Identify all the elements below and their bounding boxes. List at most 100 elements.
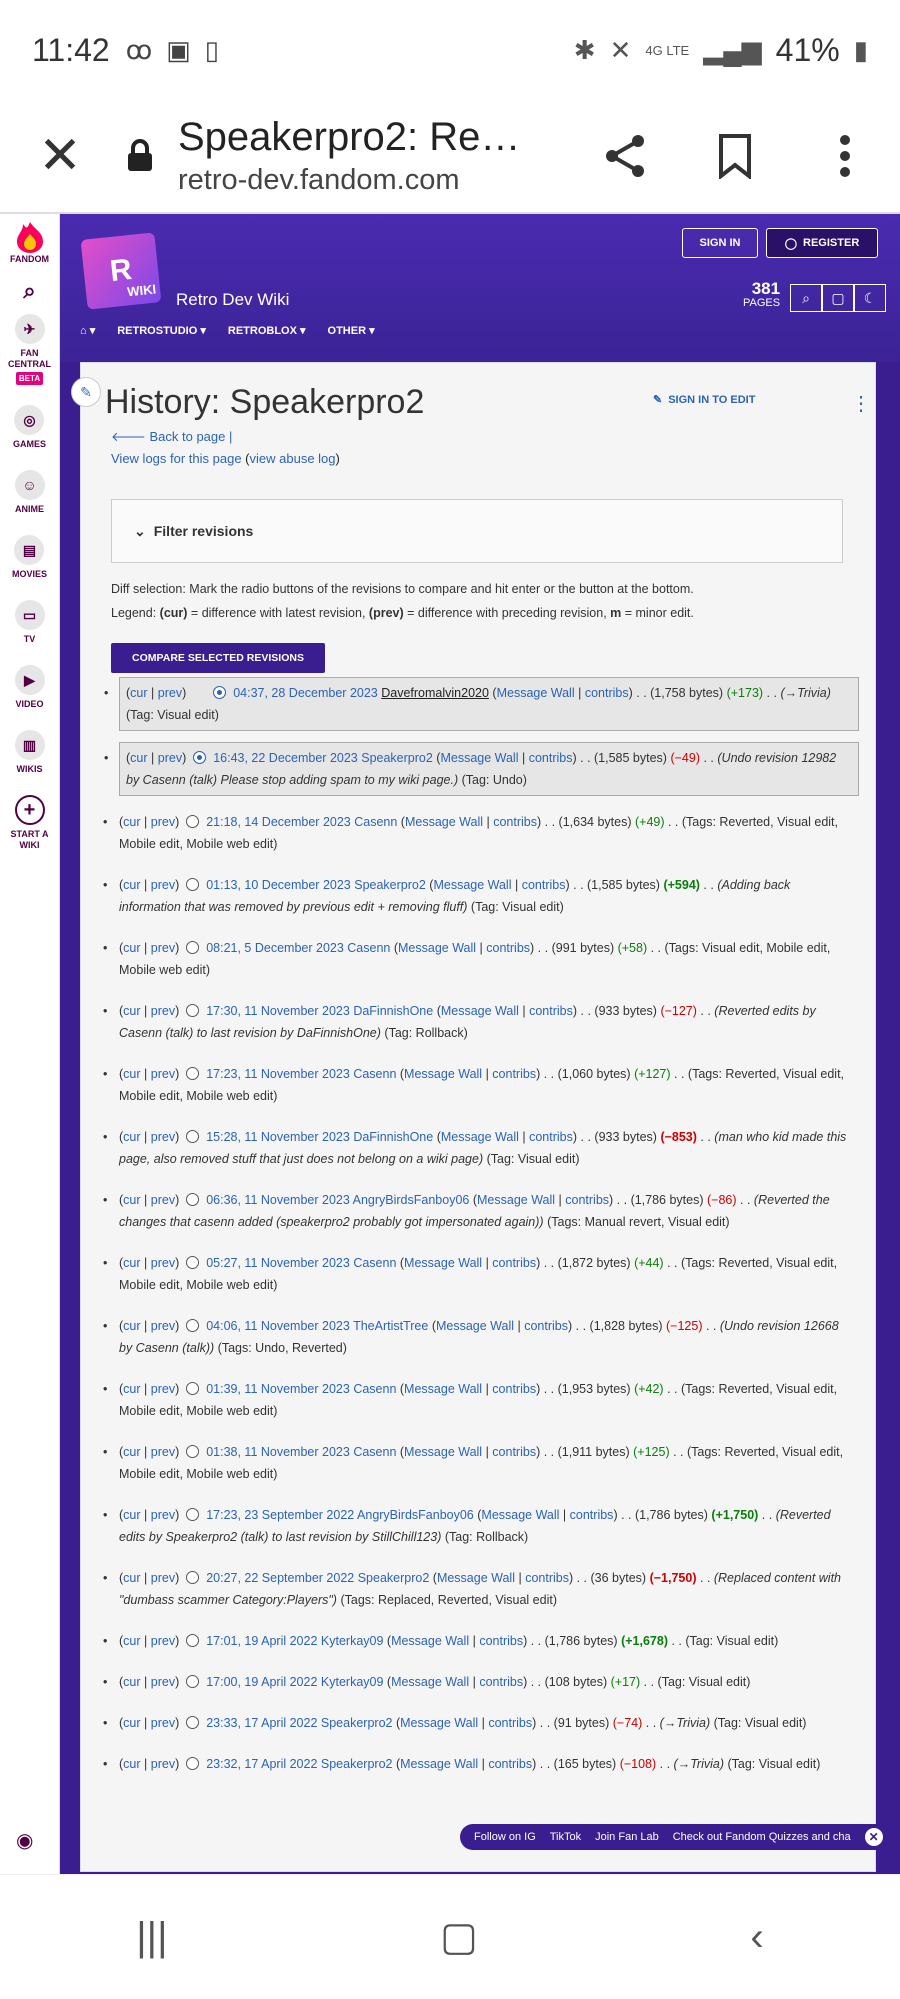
revision-user-link[interactable]: Speakerpro2: [321, 1716, 393, 1730]
revision-radio[interactable]: [185, 1571, 199, 1584]
message-wall-link[interactable]: Message Wall: [391, 1634, 469, 1648]
message-wall-link[interactable]: Message Wall: [477, 1193, 555, 1207]
sign-in-button[interactable]: SIGN IN: [682, 228, 758, 258]
sign-in-to-edit-button[interactable]: ✎ SIGN IN TO EDIT: [653, 393, 755, 407]
revision-radio[interactable]: [192, 751, 206, 764]
cur-link[interactable]: cur: [123, 941, 140, 955]
revision-user-link[interactable]: AngryBirdsFanboy06: [357, 1508, 474, 1522]
view-logs-link[interactable]: View logs for this page: [111, 451, 242, 466]
message-wall-link[interactable]: Message Wall: [400, 1716, 478, 1730]
revision-date-link[interactable]: 08:21, 5 December 2023: [206, 941, 344, 955]
contribs-link[interactable]: contribs: [488, 1716, 532, 1730]
prev-link[interactable]: prev: [151, 1130, 175, 1144]
share-icon[interactable]: [570, 133, 680, 179]
discussions-icon[interactable]: ▢: [822, 284, 854, 312]
nav-other[interactable]: OTHER ▾: [328, 324, 375, 337]
cur-link[interactable]: cur: [123, 1067, 140, 1081]
contribs-link[interactable]: contribs: [525, 1571, 569, 1585]
prev-link[interactable]: prev: [151, 1675, 175, 1689]
fan-central-nav[interactable]: ✈ FAN CENTRAL BETA: [5, 314, 55, 385]
revision-user-link[interactable]: Casenn: [347, 941, 390, 955]
user-account-icon[interactable]: ◉: [16, 1828, 33, 1853]
contribs-link[interactable]: contribs: [492, 1445, 536, 1459]
wiki-home-icon[interactable]: ⌂ ▾: [80, 324, 95, 337]
contribs-link[interactable]: contribs: [522, 878, 566, 892]
revision-date-link[interactable]: 23:32, 17 April 2022: [206, 1757, 317, 1771]
contribs-link[interactable]: contribs: [479, 1675, 523, 1689]
revision-date-link[interactable]: 04:06, 11 November 2023: [206, 1319, 350, 1333]
home-icon[interactable]: ▢: [440, 1914, 478, 1960]
revision-radio[interactable]: [185, 941, 199, 954]
prev-link[interactable]: prev: [151, 1382, 175, 1396]
close-icon[interactable]: ✕: [864, 1828, 883, 1846]
cur-link[interactable]: cur: [123, 1382, 140, 1396]
revision-user-link[interactable]: TheArtistTree: [353, 1319, 428, 1333]
revision-user-link[interactable]: AngryBirdsFanboy06: [353, 1193, 470, 1207]
revision-radio[interactable]: [185, 1319, 199, 1332]
recent-apps-icon[interactable]: |||: [136, 1915, 167, 1960]
revision-date-link[interactable]: 21:18, 14 December 2023: [206, 815, 351, 829]
view-abuse-log-link[interactable]: view abuse log: [250, 451, 336, 466]
revision-user-link[interactable]: Kyterkay09: [321, 1675, 384, 1689]
message-wall-link[interactable]: Message Wall: [441, 1004, 519, 1018]
prev-link[interactable]: prev: [151, 1319, 175, 1333]
cur-link[interactable]: cur: [130, 686, 147, 700]
revision-date-link[interactable]: 01:38, 11 November 2023: [206, 1445, 350, 1459]
cur-link[interactable]: cur: [123, 1130, 140, 1144]
revision-radio[interactable]: [185, 1716, 199, 1729]
cur-link[interactable]: cur: [123, 1256, 140, 1270]
revision-user-link[interactable]: Casenn: [353, 1445, 396, 1459]
contribs-link[interactable]: contribs: [529, 751, 573, 765]
cur-link[interactable]: cur: [123, 1757, 140, 1771]
revision-radio[interactable]: [185, 1382, 199, 1395]
contribs-link[interactable]: contribs: [493, 815, 537, 829]
register-button[interactable]: ◯ REGISTER: [766, 228, 878, 258]
tv-nav[interactable]: ▭ TV: [14, 600, 45, 645]
prev-link[interactable]: prev: [151, 1193, 175, 1207]
prev-link[interactable]: prev: [151, 878, 175, 892]
revision-radio[interactable]: [185, 1193, 199, 1206]
prev-link[interactable]: prev: [151, 1067, 175, 1081]
cur-link[interactable]: cur: [123, 1445, 140, 1459]
prev-link[interactable]: prev: [151, 1445, 175, 1459]
close-tab-button[interactable]: ✕: [0, 126, 120, 186]
revision-user-link[interactable]: Casenn: [354, 815, 397, 829]
search-nav-button[interactable]: ⌕: [23, 280, 35, 302]
cur-link[interactable]: cur: [123, 1675, 140, 1689]
compare-selected-revisions-button[interactable]: COMPARE SELECTED REVISIONS: [111, 643, 325, 673]
video-nav[interactable]: ▶ VIDEO: [14, 665, 45, 710]
contribs-link[interactable]: contribs: [492, 1382, 536, 1396]
message-wall-link[interactable]: Message Wall: [404, 1256, 482, 1270]
cur-link[interactable]: cur: [123, 1193, 140, 1207]
bookmark-icon[interactable]: [680, 133, 790, 179]
revision-radio[interactable]: [185, 1445, 199, 1458]
prev-link[interactable]: prev: [151, 1571, 175, 1585]
contribs-link[interactable]: contribs: [565, 1193, 609, 1207]
prev-link[interactable]: prev: [158, 751, 182, 765]
contribs-link[interactable]: contribs: [570, 1508, 614, 1522]
revision-date-link[interactable]: 04:37, 28 December 2023: [233, 686, 378, 700]
revision-date-link[interactable]: 17:01, 19 April 2022: [206, 1634, 317, 1648]
revision-user-link[interactable]: DaFinnishOne: [353, 1004, 433, 1018]
contribs-link[interactable]: contribs: [479, 1634, 523, 1648]
revision-date-link[interactable]: 16:43, 22 December 2023: [213, 751, 358, 765]
dark-mode-icon[interactable]: ☾: [854, 284, 886, 312]
revision-date-link[interactable]: 17:30, 11 November 2023: [206, 1004, 350, 1018]
message-wall-link[interactable]: Message Wall: [436, 1319, 514, 1333]
revision-date-link[interactable]: 17:23, 11 November 2023: [206, 1067, 350, 1081]
revision-radio[interactable]: [185, 878, 199, 891]
message-wall-link[interactable]: Message Wall: [433, 878, 511, 892]
revision-date-link[interactable]: 06:36, 11 November 2023: [206, 1193, 350, 1207]
cur-link[interactable]: cur: [123, 1508, 140, 1522]
prev-link[interactable]: prev: [151, 1508, 175, 1522]
revision-date-link[interactable]: 01:39, 11 November 2023: [206, 1382, 350, 1396]
footer-link-ig[interactable]: Follow on IG: [474, 1831, 536, 1843]
revision-user-link[interactable]: Speakerpro2: [354, 878, 426, 892]
back-to-page-label[interactable]: Back to page: [149, 429, 225, 444]
message-wall-link[interactable]: Message Wall: [404, 1067, 482, 1081]
prev-link[interactable]: prev: [151, 1716, 175, 1730]
revision-date-link[interactable]: 20:27, 22 September 2022: [206, 1571, 354, 1585]
contribs-link[interactable]: contribs: [492, 1256, 536, 1270]
footer-link-quizzes[interactable]: Check out Fandom Quizzes and cha: [673, 1831, 851, 1843]
prev-link[interactable]: prev: [151, 1256, 175, 1270]
